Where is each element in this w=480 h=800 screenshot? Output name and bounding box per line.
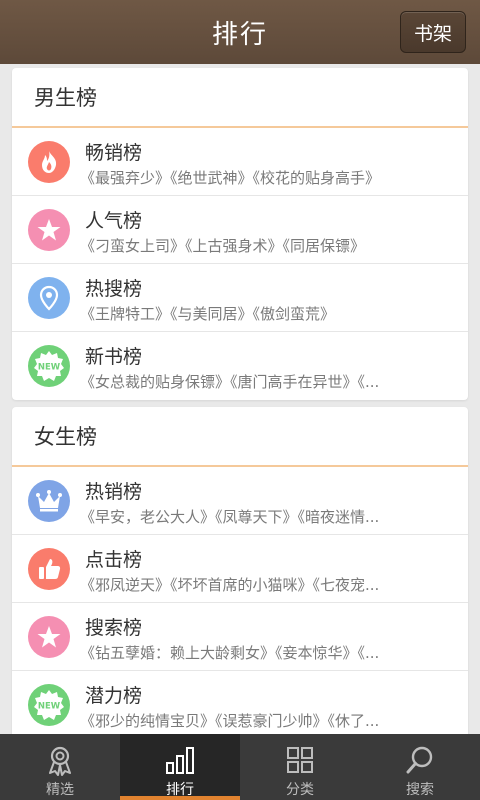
flame-icon xyxy=(28,141,70,183)
ranking-name: 畅销榜 xyxy=(85,142,143,164)
ranking-name: 潜力榜 xyxy=(85,685,143,707)
tab-label: 排行 xyxy=(166,782,194,798)
crown-icon xyxy=(28,480,70,522)
ranking-books: 《早安，老公大人》《凤尊天下》《暗夜迷情... xyxy=(80,508,380,526)
bookshelf-button[interactable]: 书架 xyxy=(400,11,466,53)
section-title: 女生榜 xyxy=(34,425,97,449)
ranking-books: 《王牌特工》《与美同居》《傲剑蛮荒》 xyxy=(80,305,336,323)
tab-label: 搜索 xyxy=(406,782,434,798)
award-ribbon-icon xyxy=(43,743,77,777)
new-badge-icon: NEW xyxy=(28,345,70,387)
top-bar: 排行 书架 xyxy=(0,0,480,64)
ranking-name: 人气榜 xyxy=(85,210,143,232)
ranking-name: 热搜榜 xyxy=(85,278,143,300)
ranking-name: 热销榜 xyxy=(85,481,143,503)
page-title: 排行 xyxy=(211,19,268,50)
tab-label: 分类 xyxy=(286,782,314,798)
new-badge-icon: NEW xyxy=(28,684,70,726)
grid-icon xyxy=(283,743,317,777)
ranking-list-item[interactable]: NEW 新书榜 《女总裁的贴身保镖》《唐门高手在异世》《... xyxy=(12,332,468,400)
ranking-books: 《邪凤逆天》《坏坏首席的小猫咪》《七夜宠... xyxy=(80,576,380,594)
ranking-books: 《邪少的纯情宝贝》《误惹豪门少帅》《休了... xyxy=(80,712,380,730)
ranking-content[interactable]: 男生榜 畅销榜 《最强弃少》《绝世武神》《校花的贴身高手》 人气榜 《刁蛮女上司… xyxy=(0,64,480,734)
ranking-list-item[interactable]: 热搜榜 《王牌特工》《与美同居》《傲剑蛮荒》 xyxy=(12,264,468,332)
ranking-list-item[interactable]: 畅销榜 《最强弃少》《绝世武神》《校花的贴身高手》 xyxy=(12,128,468,196)
new-badge-text: NEW xyxy=(38,363,61,373)
new-badge-text: NEW xyxy=(38,702,61,712)
ranking-list-item[interactable]: 搜索榜 《钻五孽婚：赖上大龄剩女》《妾本惊华》《... xyxy=(12,603,468,671)
thumbs-up-icon xyxy=(28,548,70,590)
star-icon xyxy=(28,209,70,251)
female-ranking-card: 女生榜 热销榜 《早安，老公大人》《凤尊天下》《暗夜迷情... 点击榜 《邪凤逆… xyxy=(12,407,468,734)
ranking-name: 搜索榜 xyxy=(85,617,143,639)
tab-category[interactable]: 分类 xyxy=(240,734,360,800)
ranking-name: 点击榜 xyxy=(85,549,143,571)
ranking-books: 《女总裁的贴身保镖》《唐门高手在异世》《... xyxy=(80,373,380,391)
male-ranking-card: 男生榜 畅销榜 《最强弃少》《绝世武神》《校花的贴身高手》 人气榜 《刁蛮女上司… xyxy=(12,68,468,400)
section-title: 男生榜 xyxy=(34,86,97,110)
ranking-name: 新书榜 xyxy=(85,346,143,368)
tab-search[interactable]: 搜索 xyxy=(360,734,480,800)
ranking-list-item[interactable]: NEW 潜力榜 《邪少的纯情宝贝》《误惹豪门少帅》《休了... xyxy=(12,671,468,734)
tab-ranking[interactable]: 排行 xyxy=(120,734,240,800)
search-icon xyxy=(403,743,437,777)
tab-featured[interactable]: 精选 xyxy=(0,734,120,800)
ranking-books: 《钻五孽婚：赖上大龄剩女》《妾本惊华》《... xyxy=(80,644,380,662)
section-header: 女生榜 xyxy=(12,407,468,467)
tab-label: 精选 xyxy=(46,782,74,798)
bottom-tab-bar: 精选 排行 分类 搜索 xyxy=(0,734,480,800)
ranking-list-item[interactable]: 热销榜 《早安，老公大人》《凤尊天下》《暗夜迷情... xyxy=(12,467,468,535)
ranking-list-item[interactable]: 点击榜 《邪凤逆天》《坏坏首席的小猫咪》《七夜宠... xyxy=(12,535,468,603)
ranking-books: 《最强弃少》《绝世武神》《校花的贴身高手》 xyxy=(80,169,381,187)
section-header: 男生榜 xyxy=(12,68,468,128)
ranking-books: 《刁蛮女上司》《上古强身术》《同居保镖》 xyxy=(80,237,366,255)
location-pin-icon xyxy=(28,277,70,319)
ranking-list-item[interactable]: 人气榜 《刁蛮女上司》《上古强身术》《同居保镖》 xyxy=(12,196,468,264)
bar-chart-icon xyxy=(163,743,197,777)
star-icon xyxy=(28,616,70,658)
